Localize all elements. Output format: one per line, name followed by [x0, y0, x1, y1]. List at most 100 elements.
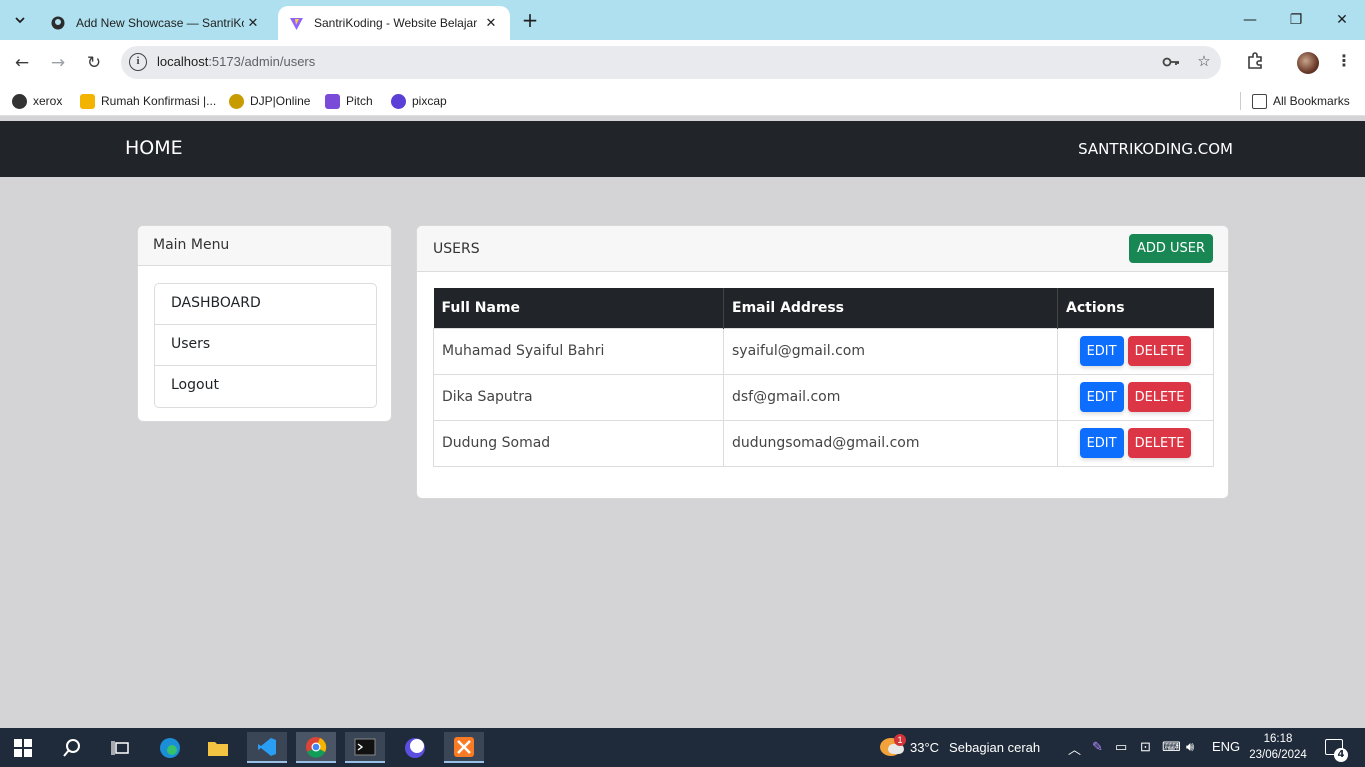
task-view-icon[interactable]	[100, 732, 140, 763]
main-menu-card: Main Menu DASHBOARD Users Logout	[137, 225, 392, 422]
close-window-icon[interactable]: ✕	[1319, 0, 1365, 40]
bookmark-djp-online[interactable]: DJP|Online	[229, 92, 310, 110]
tray-ime-icon[interactable]: ⌨	[1162, 739, 1181, 755]
delete-user-button[interactable]: DELETE	[1127, 428, 1192, 458]
page-content: HOME SANTRIKODING.COM Main Menu DASHBOAR…	[0, 121, 1365, 728]
browser-toolbar: ← → ↻ i localhost:5173/admin/users ☆ ⋮	[0, 40, 1365, 86]
user-email-cell: dsf@gmail.com	[723, 373, 1058, 421]
edit-user-button[interactable]: EDIT	[1079, 382, 1124, 412]
add-user-button[interactable]: ADD USER	[1128, 234, 1213, 263]
bookmarks-bar: xerox Rumah Konfirmasi |... DJP|Online P…	[0, 86, 1365, 116]
clock-time: 16:18	[1263, 733, 1293, 745]
tray-chevron-icon[interactable]: ︿	[1068, 739, 1081, 758]
menu-dots-icon[interactable]: ⋮	[1332, 51, 1356, 75]
edit-user-button[interactable]: EDIT	[1079, 336, 1124, 366]
user-actions-cell: EDIT DELETE	[1057, 419, 1214, 467]
clock-date: 23/06/2024	[1249, 749, 1307, 761]
table-row: Dudung Somad dudungsomad@gmail.com EDIT D…	[433, 419, 1214, 467]
close-tab-icon[interactable]: ✕	[482, 15, 500, 31]
delete-user-button[interactable]: DELETE	[1127, 336, 1192, 366]
users-table: Full Name Email Address Actions Muhamad …	[433, 288, 1214, 467]
password-key-icon[interactable]	[1161, 52, 1181, 72]
all-bookmarks[interactable]: All Bookmarks	[1240, 92, 1350, 110]
bookmark-pixcap[interactable]: pixcap	[391, 92, 447, 110]
address-bar[interactable]: i localhost:5173/admin/users ☆	[121, 46, 1221, 79]
site-navbar: HOME SANTRIKODING.COM	[0, 121, 1365, 177]
back-icon[interactable]: ←	[10, 51, 34, 75]
weather-widget[interactable]: 1 33°C Sebagian cerah	[880, 734, 1041, 756]
weather-desc: Sebagian cerah	[949, 739, 1041, 755]
column-header-actions: Actions	[1057, 288, 1214, 328]
terminal-icon[interactable]	[345, 732, 385, 763]
folder-icon	[1252, 93, 1267, 109]
column-header-full-name: Full Name	[433, 288, 724, 328]
user-name-cell: Dika Saputra	[433, 373, 724, 421]
tray-volume-icon[interactable]: 🔊︎	[1186, 739, 1194, 755]
vscode-icon[interactable]	[247, 732, 287, 763]
github-icon	[50, 15, 66, 31]
delete-user-button[interactable]: DELETE	[1127, 382, 1192, 412]
app-moon-icon[interactable]	[395, 732, 435, 763]
bookmark-favicon-icon	[229, 93, 244, 109]
globe-icon	[12, 93, 27, 109]
chrome-icon[interactable]	[296, 732, 336, 763]
bookmark-xerox[interactable]: xerox	[12, 92, 62, 110]
bookmark-rumah-konfirmasi[interactable]: Rumah Konfirmasi |...	[80, 92, 216, 110]
menu-item-logout[interactable]: Logout	[155, 366, 376, 407]
restore-icon[interactable]: ❐	[1273, 0, 1319, 40]
table-row: Muhamad Syaiful Bahri syaiful@gmail.com …	[433, 327, 1214, 375]
bookmark-favicon-icon	[80, 93, 95, 109]
users-title: USERS	[433, 241, 480, 257]
user-actions-cell: EDIT DELETE	[1057, 373, 1214, 421]
nav-site-link[interactable]: SANTRIKODING.COM	[1078, 140, 1233, 158]
tab-title: SantriKoding - Website Belajar	[314, 16, 478, 30]
vite-icon	[288, 15, 304, 31]
tray-meet-icon[interactable]: ⊡	[1140, 739, 1151, 755]
table-row: Dika Saputra dsf@gmail.com EDIT DELETE	[433, 373, 1214, 421]
main-menu-title: Main Menu	[138, 226, 391, 266]
users-card-header: USERS ADD USER	[417, 226, 1228, 272]
weather-badge: 1	[894, 734, 906, 746]
bookmark-star-icon[interactable]: ☆	[1194, 52, 1214, 72]
menu-item-dashboard[interactable]: DASHBOARD	[155, 284, 376, 325]
search-icon[interactable]	[52, 732, 92, 763]
url-text[interactable]: localhost:5173/admin/users	[157, 54, 315, 69]
tray-pen-icon[interactable]: ✎	[1092, 739, 1103, 755]
edit-user-button[interactable]: EDIT	[1079, 428, 1124, 458]
bookmark-favicon-icon	[325, 93, 340, 109]
extensions-icon[interactable]	[1243, 51, 1267, 75]
reload-icon[interactable]: ↻	[82, 51, 106, 75]
notification-count-badge: 4	[1334, 748, 1348, 762]
forward-icon[interactable]: →	[46, 51, 70, 75]
user-email-cell: syaiful@gmail.com	[723, 327, 1058, 375]
site-info-icon[interactable]: i	[129, 53, 147, 71]
column-header-email: Email Address	[723, 288, 1058, 328]
user-name-cell: Muhamad Syaiful Bahri	[433, 327, 724, 375]
nav-home-link[interactable]: HOME	[125, 137, 183, 159]
table-header-row: Full Name Email Address Actions	[433, 288, 1214, 328]
language-indicator[interactable]: ENG	[1212, 739, 1240, 754]
menu-item-users[interactable]: Users	[155, 325, 376, 366]
taskbar-clock[interactable]: 16:18 23/06/2024	[1246, 731, 1310, 763]
tab-santrikoding[interactable]: SantriKoding - Website Belajar ✕	[278, 6, 510, 40]
tray-network-icon[interactable]: ▭	[1115, 739, 1127, 755]
bookmark-favicon-icon	[391, 93, 406, 109]
windows-taskbar: 1 33°C Sebagian cerah ︿ ✎ ▭ ⊡ ⌨ 🔊︎ ENG 1…	[0, 728, 1365, 767]
bookmark-pitch[interactable]: Pitch	[325, 92, 373, 110]
xampp-icon[interactable]	[444, 732, 484, 763]
main-menu-list: DASHBOARD Users Logout	[154, 283, 377, 408]
tab-add-showcase[interactable]: Add New Showcase — SantriKo ✕	[40, 6, 272, 40]
user-name-cell: Dudung Somad	[433, 419, 724, 467]
tab-search-icon[interactable]	[8, 8, 32, 32]
new-tab-button[interactable]: +	[518, 9, 542, 33]
close-tab-icon[interactable]: ✕	[244, 15, 262, 31]
minimize-icon[interactable]: —	[1227, 0, 1273, 40]
user-email-cell: dudungsomad@gmail.com	[723, 419, 1058, 467]
edge-icon[interactable]	[150, 732, 190, 763]
tab-title: Add New Showcase — SantriKo	[76, 16, 244, 30]
users-card: USERS ADD USER Full Name Email Address A…	[416, 225, 1229, 499]
windows-start-icon[interactable]	[14, 739, 32, 757]
file-explorer-icon[interactable]	[198, 732, 238, 763]
profile-avatar[interactable]	[1297, 52, 1319, 74]
browser-tab-strip: Add New Showcase — SantriKo ✕ SantriKodi…	[0, 0, 1365, 40]
